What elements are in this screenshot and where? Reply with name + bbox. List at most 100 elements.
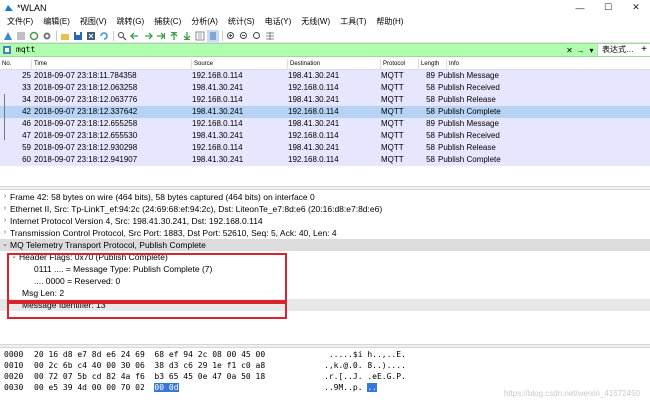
resize-columns-icon[interactable] [264, 30, 276, 42]
title-bar: *WLAN — ☐ ✕ [0, 0, 650, 15]
bookmark-icon[interactable] [2, 45, 12, 55]
packet-row[interactable]: 46 2018-09-07 23:18:12.655258 192.168.0.… [0, 118, 650, 130]
display-filter-input[interactable]: mqtt [14, 44, 564, 56]
menu-edit[interactable]: 编辑(E) [38, 15, 75, 29]
start-capture-icon[interactable] [2, 30, 14, 42]
pane-splitter[interactable] [0, 344, 650, 348]
hex-row[interactable]: 0000 20 16 d8 e7 8d e6 24 69 68 ef 94 2c… [0, 349, 650, 360]
zoom-reset-icon[interactable] [251, 30, 263, 42]
menu-capture[interactable]: 捕获(C) [149, 15, 186, 29]
hex-row[interactable]: 0020 00 72 07 5b cd 82 4a f6 b3 65 45 0e… [0, 371, 650, 382]
go-back-icon[interactable] [129, 30, 141, 42]
colorize-icon[interactable] [207, 29, 219, 42]
packet-length: 89 [426, 119, 435, 128]
capture-options-icon[interactable] [41, 30, 53, 42]
last-packet-icon[interactable] [181, 30, 193, 42]
menu-help[interactable]: 帮助(H) [371, 15, 408, 29]
packet-row[interactable]: 47 2018-09-07 23:18:12.655530 198.41.30.… [0, 130, 650, 142]
restart-capture-icon[interactable] [28, 30, 40, 42]
wireshark-fin-icon [5, 4, 13, 11]
packet-source: 192.168.0.114 [192, 71, 243, 80]
filter-history-dropdown-icon[interactable]: ▾ [586, 45, 597, 56]
clear-filter-icon[interactable]: ✕ [564, 45, 575, 56]
close-file-icon[interactable] [85, 30, 97, 42]
expand-arrow-icon[interactable]: › [0, 203, 10, 215]
packet-length: 58 [426, 107, 435, 116]
reload-file-icon[interactable] [98, 30, 110, 42]
packet-row-selected[interactable]: 42 2018-09-07 23:18:12.337642 198.41.30.… [0, 106, 650, 118]
column-header-destination[interactable]: Destination [288, 59, 381, 69]
menu-telephony[interactable]: 电话(Y) [260, 15, 297, 29]
packet-protocol: MQTT [381, 119, 404, 128]
go-forward-icon[interactable] [142, 30, 154, 42]
expand-arrow-icon[interactable]: › [0, 215, 10, 227]
packet-row[interactable]: 60 2018-09-07 23:18:12.941907 198.41.30.… [0, 154, 650, 166]
column-header-protocol[interactable]: Protocol [381, 59, 419, 69]
minimize-button[interactable]: — [566, 0, 594, 15]
detail-ethernet[interactable]: › Ethernet II, Src: Tp-LinkT_ef:94:2c (24… [0, 203, 650, 215]
packet-source: 192.168.0.114 [192, 143, 243, 152]
menu-go[interactable]: 跳转(G) [112, 15, 150, 29]
find-packet-icon[interactable] [116, 30, 128, 42]
column-header-length[interactable]: Length [419, 59, 447, 69]
autoscroll-icon[interactable] [194, 30, 206, 42]
add-filter-button[interactable]: + [638, 44, 650, 56]
expression-button[interactable]: 表达式… [597, 44, 638, 56]
hex-bytes-highlighted: 00 0d [154, 383, 179, 392]
hex-bytes: 00 72 07 5b cd 82 4a f6 b3 65 45 0e 47 0… [34, 372, 266, 381]
column-header-no[interactable]: No. [0, 59, 32, 69]
column-header-info[interactable]: Info [447, 59, 650, 69]
open-file-icon[interactable] [59, 30, 71, 42]
apply-filter-icon[interactable]: → [575, 45, 586, 56]
menu-analyze[interactable]: 分析(A) [186, 15, 223, 29]
packet-no: 34 [22, 95, 31, 104]
hex-bytes-plain: 00 e5 39 4d 00 00 70 02 [34, 383, 155, 392]
packet-time: 2018-09-07 23:18:11.784358 [34, 71, 137, 80]
packet-source: 198.41.30.241 [192, 107, 244, 116]
packet-list-header: No. Time Source Destination Protocol Len… [0, 59, 650, 70]
menu-tools[interactable]: 工具(T) [335, 15, 371, 29]
packet-row[interactable]: 59 2018-09-07 23:18:12.930298 192.168.0.… [0, 142, 650, 154]
zoom-out-icon[interactable] [238, 30, 250, 42]
hex-row[interactable]: 0010 00 2c 6b c4 40 00 30 06 38 d3 c6 29… [0, 360, 650, 371]
save-file-icon[interactable] [72, 30, 84, 42]
first-packet-icon[interactable] [168, 30, 180, 42]
packet-destination: 198.41.30.241 [288, 71, 340, 80]
menu-wireless[interactable]: 无线(W) [296, 15, 335, 29]
expand-arrow-icon[interactable]: › [0, 227, 10, 239]
packet-destination: 192.168.0.114 [288, 83, 339, 92]
packet-no: 47 [22, 131, 31, 140]
stop-capture-icon[interactable] [15, 30, 27, 42]
detail-tcp[interactable]: › Transmission Control Protocol, Src Port… [0, 227, 650, 239]
packet-no: 60 [22, 155, 31, 164]
toolbar-separator [113, 30, 114, 41]
packet-source: 198.41.30.241 [192, 83, 244, 92]
menu-file[interactable]: 文件(F) [2, 15, 38, 29]
hex-offset: 0030 [4, 383, 24, 392]
expand-arrow-icon[interactable]: › [0, 191, 10, 203]
detail-mqtt[interactable]: ⌄ MQ Telemetry Transport Protocol, Publis… [0, 239, 650, 251]
menu-view[interactable]: 视图(V) [75, 15, 112, 29]
menu-statistics[interactable]: 统计(S) [223, 15, 260, 29]
packet-row[interactable]: 25 2018-09-07 23:18:11.784358 192.168.0.… [0, 70, 650, 82]
pane-splitter[interactable] [0, 186, 650, 190]
detail-ip[interactable]: › Internet Protocol Version 4, Src: 198.4… [0, 215, 650, 227]
packet-row[interactable]: 33 2018-09-07 23:18:12.063258 198.41.30.… [0, 82, 650, 94]
hex-ascii: .r.[..J. .eE.G.P. [324, 372, 406, 381]
packet-protocol: MQTT [381, 131, 404, 140]
packet-info: Publish Release [438, 143, 496, 152]
detail-frame[interactable]: › Frame 42: 58 bytes on wire (464 bits), … [0, 191, 650, 203]
zoom-in-icon[interactable] [225, 30, 237, 42]
packet-info: Publish Received [438, 131, 500, 140]
column-header-source[interactable]: Source [192, 59, 288, 69]
packet-destination: 198.41.30.241 [288, 119, 340, 128]
column-header-time[interactable]: Time [32, 59, 192, 69]
close-button[interactable]: ✕ [622, 0, 650, 15]
packet-row[interactable]: 34 2018-09-07 23:18:12.063776 192.168.0.… [0, 94, 650, 106]
go-to-packet-icon[interactable] [155, 30, 167, 42]
collapse-arrow-icon[interactable]: ⌄ [0, 239, 10, 251]
maximize-button[interactable]: ☐ [594, 0, 622, 15]
display-filter-bar: mqtt ✕ → ▾ 表达式… + [0, 43, 650, 57]
packet-list: 25 2018-09-07 23:18:11.784358 192.168.0.… [0, 70, 650, 166]
packet-protocol: MQTT [381, 71, 404, 80]
